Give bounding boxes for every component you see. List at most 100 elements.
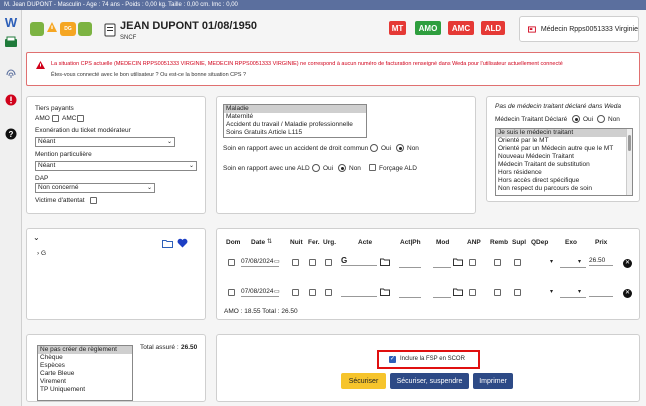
accident-non-radio[interactable] <box>396 144 404 152</box>
fsp-checkbox[interactable] <box>389 355 396 363</box>
urg-checkbox[interactable] <box>325 259 332 266</box>
list-item[interactable]: TP Uniquement <box>38 386 132 394</box>
non-label: Non <box>349 165 361 172</box>
list-item[interactable]: Nouveau Médecin Traitant <box>496 153 632 161</box>
help-icon[interactable]: ? <box>3 126 19 142</box>
badge-amc[interactable]: AMC <box>448 21 474 35</box>
mod-input[interactable] <box>433 289 451 298</box>
list-item[interactable]: Médecin Traitant de substitution <box>496 161 632 169</box>
card-reader-icon[interactable] <box>3 34 19 50</box>
badge-ald[interactable]: ALD <box>481 21 505 35</box>
delete-row-icon[interactable]: ✕ <box>623 289 632 298</box>
chevron-down-icon: ⌄ <box>166 139 172 145</box>
total-assure-value: 26.50 <box>181 344 198 351</box>
victime-checkbox[interactable] <box>90 197 97 204</box>
list-item[interactable]: Soins Gratuits Article L115 <box>224 129 366 137</box>
list-item[interactable]: Virement <box>38 378 132 386</box>
folder-icon[interactable] <box>380 288 390 296</box>
calendar-icon[interactable]: ▭ <box>274 258 280 265</box>
acte-input[interactable]: G <box>341 257 377 266</box>
folder-icon[interactable] <box>453 258 463 266</box>
nuit-checkbox[interactable] <box>292 259 299 266</box>
list-item[interactable]: Hors accès direct spécifique <box>496 177 632 185</box>
badge-amo[interactable]: AMO <box>415 21 441 35</box>
doctor-card-icon <box>528 25 536 33</box>
mod-input[interactable] <box>433 259 451 268</box>
list-item[interactable]: Orienté par le MT <box>496 137 632 145</box>
list-item[interactable]: Non respect du parcours de soin <box>496 185 632 193</box>
tree-item-label: G <box>40 250 47 257</box>
list-item[interactable]: Maternité <box>224 113 366 121</box>
alert-icon[interactable] <box>3 92 19 108</box>
mt-oui-radio[interactable] <box>572 115 580 123</box>
urg-checkbox[interactable] <box>325 289 332 296</box>
victime-label: Victime d'attentat <box>35 197 85 204</box>
list-item[interactable]: Hors résidence <box>496 169 632 177</box>
ald-non-radio[interactable] <box>338 164 346 172</box>
chevron-down-icon[interactable]: ⌄ <box>33 233 40 242</box>
list-item[interactable]: Je suis le médecin traitant <box>496 129 632 137</box>
exo-select[interactable] <box>560 259 586 268</box>
secure-button[interactable]: Sécuriser <box>341 373 386 389</box>
acts-table-panel: Dom Date ⇅ Nuit Fer. Urg. Acte Act|Ph Mo… <box>216 228 640 320</box>
payment-panel: Ne pas créer de règlement Chèque Espèces… <box>26 334 206 402</box>
list-item[interactable]: Orienté par un Médecin autre que le MT <box>496 145 632 153</box>
anp-checkbox[interactable] <box>469 289 476 296</box>
badge-mt[interactable]: MT <box>389 21 406 35</box>
qdep-dropdown[interactable]: ▾ <box>550 258 553 265</box>
list-item[interactable]: Espèces <box>38 362 132 370</box>
acts-tree-panel: ⌄ › G <box>26 228 206 320</box>
act-ph-input[interactable] <box>399 289 421 298</box>
nature-listbox[interactable]: Maladie Maternité Accident du travail / … <box>223 104 367 138</box>
act-ph-input[interactable] <box>399 259 421 268</box>
acte-input[interactable] <box>341 288 377 297</box>
exo-select[interactable] <box>560 289 586 298</box>
heart-icon[interactable] <box>177 238 188 248</box>
parcours-listbox[interactable]: Je suis le médecin traitant Orienté par … <box>495 128 633 196</box>
mention-select[interactable]: Néant ⌄ <box>35 161 197 171</box>
accident-oui-radio[interactable] <box>370 144 378 152</box>
fer-checkbox[interactable] <box>309 289 316 296</box>
listbox-scrollbar[interactable] <box>626 129 632 195</box>
amc-checkbox[interactable] <box>77 115 84 122</box>
list-item[interactable]: Ne pas créer de règlement <box>38 346 132 354</box>
secure-suspend-button[interactable]: Sécuriser, suspendre <box>390 373 469 389</box>
supl-checkbox[interactable] <box>514 289 521 296</box>
mt-non-radio[interactable] <box>597 115 605 123</box>
fer-checkbox[interactable] <box>309 259 316 266</box>
nuit-checkbox[interactable] <box>292 289 299 296</box>
doctor-selector[interactable]: Médecin Rpps0051333 Virginie <box>519 16 639 42</box>
calendar-icon[interactable]: ▭ <box>274 288 280 295</box>
reglement-listbox[interactable]: Ne pas créer de règlement Chèque Espèces… <box>37 345 133 401</box>
remb-checkbox[interactable] <box>494 289 501 296</box>
folder-icon[interactable] <box>162 239 173 248</box>
sort-icon[interactable]: ⇅ <box>267 238 272 245</box>
tree-item-g[interactable]: › G <box>37 250 46 257</box>
folder-icon[interactable] <box>380 258 390 266</box>
supl-checkbox[interactable] <box>514 259 521 266</box>
ald-oui-radio[interactable] <box>312 164 320 172</box>
delete-row-icon[interactable]: ✕ <box>623 259 632 268</box>
dg-icon: DG <box>60 22 76 36</box>
dap-select[interactable]: Non concerné ⌄ <box>35 183 155 193</box>
forcage-ald-label: Forçage ALD <box>379 165 417 172</box>
w-logo-icon[interactable]: W <box>3 14 19 30</box>
amo-checkbox[interactable] <box>52 115 59 122</box>
dom-checkbox[interactable] <box>228 289 235 296</box>
qdep-dropdown[interactable]: ▾ <box>550 288 553 295</box>
prix-input[interactable] <box>589 288 613 297</box>
anp-checkbox[interactable] <box>469 259 476 266</box>
list-item[interactable]: Chèque <box>38 354 132 362</box>
list-item[interactable]: Accident du travail / Maladie profession… <box>224 121 366 129</box>
print-button[interactable]: Imprimer <box>473 373 513 389</box>
total-assure-label: Total assuré : <box>140 344 179 351</box>
fingerprint-icon[interactable] <box>3 66 19 82</box>
prix-input[interactable]: 26.50 <box>589 257 613 266</box>
list-item[interactable]: Carte Bleue <box>38 370 132 378</box>
exoneration-select[interactable]: Néant ⌄ <box>35 137 175 147</box>
list-item[interactable]: Maladie <box>224 105 366 113</box>
remb-checkbox[interactable] <box>494 259 501 266</box>
dom-checkbox[interactable] <box>228 259 235 266</box>
forcage-ald-checkbox[interactable] <box>369 164 376 171</box>
folder-icon[interactable] <box>453 288 463 296</box>
